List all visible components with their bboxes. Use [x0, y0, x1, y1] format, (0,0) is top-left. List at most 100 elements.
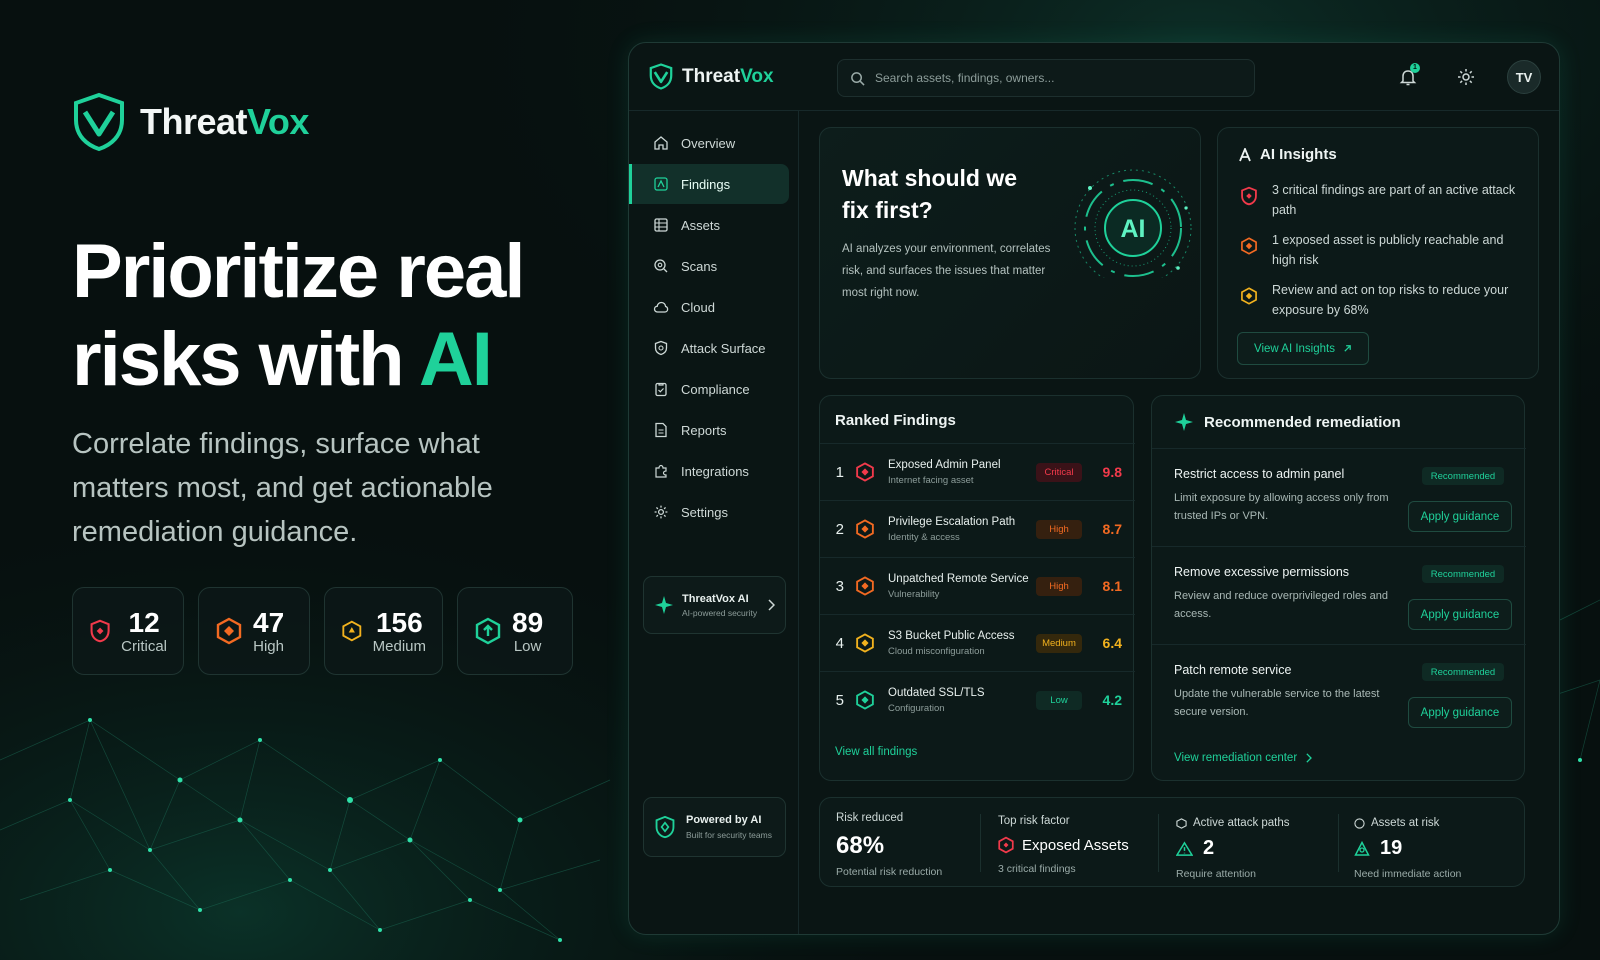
ranked-findings-panel: Ranked Findings 1 Exposed Admin Panel Inte…	[819, 395, 1135, 781]
alert-bell-icon	[1354, 840, 1370, 856]
sidebar-item-scans[interactable]: Scans	[629, 246, 789, 286]
metric-active-attack-paths: Active attack paths 2 Require attention	[1176, 817, 1290, 880]
high-hexagon-icon	[216, 617, 242, 645]
user-avatar[interactable]: TV	[1507, 60, 1541, 94]
warning-triangle-icon	[1176, 840, 1193, 856]
severity-hexagon-icon	[856, 576, 874, 596]
finding-row[interactable]: 4 S3 Bucket Public Access Cloud misconfigu…	[820, 614, 1135, 671]
apply-guidance-button[interactable]: Apply guidance	[1408, 501, 1512, 532]
finding-subtitle: Configuration	[888, 702, 945, 714]
finding-rank: 2	[835, 520, 844, 538]
finding-title: Exposed Admin Panel	[888, 458, 1001, 471]
sidebar-item-assets[interactable]: Assets	[629, 205, 789, 245]
sidebar-item-cloud[interactable]: Cloud	[629, 287, 789, 327]
threatvox-logo-icon	[649, 63, 673, 90]
stat-critical: 12 Critical	[72, 587, 184, 675]
circle-outline-icon	[1354, 817, 1365, 829]
apply-guidance-button[interactable]: Apply guidance	[1408, 697, 1512, 728]
severity-badge: Critical	[1036, 462, 1082, 482]
severity-badge: Low	[1036, 690, 1082, 710]
fix-first-panel: What should we fix first? AI analyzes yo…	[819, 127, 1201, 379]
ai-letter-icon	[1239, 147, 1251, 161]
sparkle-icon	[1175, 413, 1193, 431]
sidebar-item-reports[interactable]: Reports	[629, 410, 789, 450]
settings-button[interactable]	[1449, 60, 1483, 94]
apply-guidance-button[interactable]: Apply guidance	[1408, 599, 1512, 630]
finding-rank: 5	[835, 691, 844, 709]
brand-logo: ThreatVox	[72, 92, 309, 152]
assets-icon	[654, 218, 668, 232]
severity-hexagon-icon	[856, 519, 874, 539]
finding-title: Privilege Escalation Path	[888, 515, 1016, 528]
view-all-findings-link[interactable]: View all findings	[835, 746, 917, 758]
app-brand[interactable]: ThreatVox	[649, 63, 774, 90]
sidebar-nav: Overview Findings Assets Scans Cloud Att…	[629, 123, 799, 533]
critical-shield-icon	[90, 619, 110, 643]
finding-title: S3 Bucket Public Access	[888, 629, 1015, 642]
risk-score: 9.8	[1102, 464, 1122, 480]
chevron-right-icon	[1306, 753, 1313, 763]
sparkle-icon	[655, 596, 673, 614]
fix-first-description: AI analyzes your environment, correlates…	[842, 243, 1051, 299]
search-bar[interactable]	[837, 59, 1255, 97]
threatvox-ai-card[interactable]: ThreatVox AI AI-powered security	[643, 576, 786, 634]
severity-hexagon-icon	[856, 690, 874, 710]
finding-rank: 4	[835, 634, 844, 652]
finding-row[interactable]: 2 Privilege Escalation Path Identity & acc…	[820, 500, 1135, 557]
finding-row[interactable]: 5 Outdated SSL/TLS Configuration Low 4.2	[820, 671, 1135, 728]
finding-row[interactable]: 1 Exposed Admin Panel Internet facing asse…	[820, 443, 1135, 500]
critical-shield-icon	[1241, 186, 1257, 206]
remediation-title: Recommended remediation	[1174, 412, 1401, 432]
notifications-button[interactable]: 1	[1391, 60, 1425, 94]
powered-by-ai-card: Powered by AI Built for security teams	[643, 797, 786, 857]
report-icon	[655, 422, 667, 438]
high-hexagon-icon	[1241, 237, 1257, 255]
low-hexagon-icon	[475, 617, 501, 645]
finding-subtitle: Vulnerability	[888, 588, 940, 600]
puzzle-icon	[655, 464, 667, 478]
severity-hexagon-icon	[856, 462, 874, 482]
search-input[interactable]	[875, 71, 1235, 85]
search-icon	[851, 71, 865, 86]
metric-top-risk-factor: Top risk factor Exposed Assets 3 critica…	[998, 815, 1129, 875]
finding-row[interactable]: 3 Unpatched Remote Service Vulnerability Hi…	[820, 557, 1135, 614]
severity-badge: Medium	[1036, 633, 1082, 653]
hexagon-outline-icon	[1176, 817, 1187, 829]
sidebar-item-findings[interactable]: Findings	[629, 164, 789, 204]
sidebar-item-compliance[interactable]: Compliance	[629, 369, 789, 409]
ranked-findings-title: Ranked Findings	[835, 412, 956, 429]
finding-title: Outdated SSL/TLS	[888, 686, 985, 699]
clipboard-icon	[655, 382, 667, 397]
finding-subtitle: Identity & access	[888, 531, 960, 543]
sidebar-item-overview[interactable]: Overview	[629, 123, 789, 163]
sidebar-item-attack-surface[interactable]: Attack Surface	[629, 328, 789, 368]
remediation-panel: Recommended remediation Restrict access …	[1151, 395, 1526, 781]
risk-score: 6.4	[1102, 635, 1122, 651]
remediation-item: Patch remote service Update the vulnerab…	[1152, 644, 1526, 742]
external-arrow-icon	[1344, 345, 1351, 352]
sidebar-item-integrations[interactable]: Integrations	[629, 451, 789, 491]
severity-badge: High	[1036, 519, 1082, 539]
medium-hexagon-icon	[1241, 287, 1257, 305]
view-ai-insights-button[interactable]: View AI Insights	[1237, 332, 1369, 365]
gear-icon	[654, 505, 668, 519]
severity-badge: High	[1036, 576, 1082, 596]
finding-subtitle: Internet facing asset	[888, 474, 974, 486]
sidebar-item-settings[interactable]: Settings	[629, 492, 789, 532]
severity-stats: 12 Critical 47 High 156 Medium 89 Low	[72, 587, 573, 675]
insight-item: 3 critical findings are part of an activ…	[1240, 180, 1530, 220]
risk-score: 8.1	[1102, 578, 1122, 594]
ai-shield-icon	[655, 815, 675, 839]
sidebar: Overview Findings Assets Scans Cloud Att…	[629, 111, 799, 934]
app-window: ThreatVox 1 TV Overview Finding	[628, 42, 1560, 935]
fix-first-heading: What should we fix first?	[842, 165, 1018, 223]
finding-title: Unpatched Remote Service	[888, 572, 1029, 585]
finding-rank: 1	[835, 463, 844, 481]
risk-score: 4.2	[1102, 692, 1122, 708]
home-icon	[654, 136, 668, 150]
cloud-icon	[653, 301, 669, 313]
view-remediation-center-link[interactable]: View remediation center	[1174, 752, 1313, 764]
metrics-bar: Risk reduced 68% Potential risk reductio…	[819, 797, 1525, 887]
top-actions: 1 TV	[1391, 60, 1541, 94]
metric-assets-at-risk: Assets at risk 19 Need immediate action	[1354, 817, 1462, 880]
